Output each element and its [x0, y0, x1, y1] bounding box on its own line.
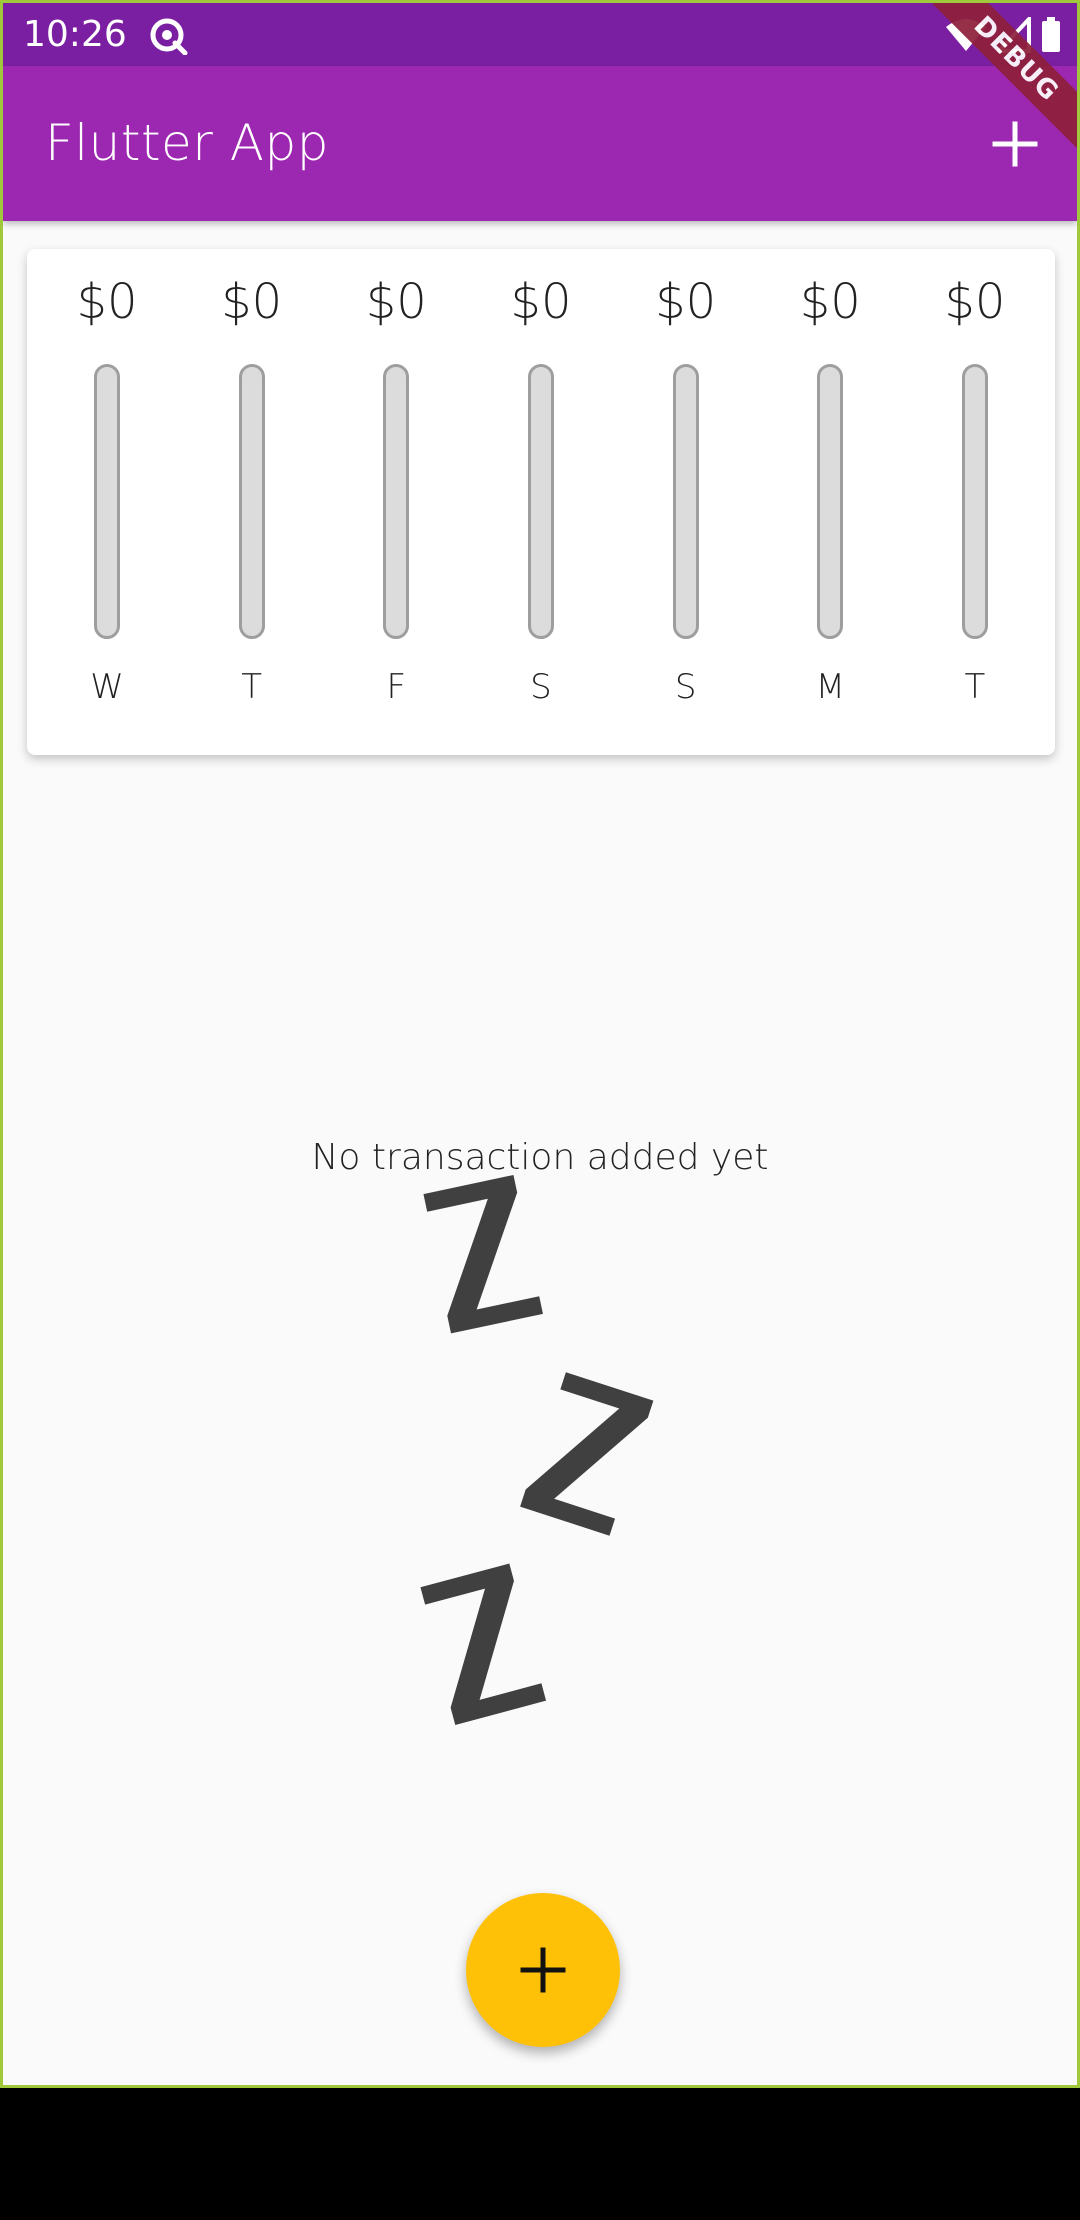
- bar-day-label: F: [386, 667, 407, 707]
- bar-track: [238, 364, 265, 639]
- bar-amount-label: $0: [221, 274, 283, 330]
- system-navigation-area: [0, 2088, 1080, 2220]
- add-icon: [520, 1947, 566, 1993]
- bar-track: [383, 364, 410, 639]
- bar-track: [672, 364, 699, 639]
- sleeping-zzz-icon: [403, 1173, 683, 1753]
- chart-bar-column: $0 T: [184, 249, 320, 755]
- bar-amount-label: $0: [365, 274, 427, 330]
- battery-icon: [1041, 17, 1061, 57]
- chart-bar-column: $0 W: [39, 249, 175, 755]
- chart-bar-column: $0 F: [328, 249, 464, 755]
- bar-amount-label: $0: [799, 274, 861, 330]
- app-bar: Flutter App: [3, 66, 1077, 221]
- chart-bar-column: $0 S: [618, 249, 754, 755]
- notification-icon: [149, 15, 189, 56]
- bar-amount-label: $0: [655, 274, 717, 330]
- status-time: 10:26: [23, 14, 127, 55]
- add-transaction-fab[interactable]: [466, 1893, 620, 2047]
- weekly-chart-card: $0 W $0 T $0 F $0 S $0 S $0 M $0 T: [27, 249, 1055, 755]
- chart-bar-column: $0 T: [907, 249, 1043, 755]
- bar-day-label: M: [815, 667, 845, 707]
- bar-day-label: W: [90, 667, 124, 707]
- app-screen: 10:26 Flutter App DEBUG $0 W $0 T $0 F $…: [0, 0, 1080, 2088]
- bar-day-label: S: [530, 667, 552, 707]
- bar-amount-label: $0: [76, 274, 138, 330]
- chart-bars: $0 W $0 T $0 F $0 S $0 S $0 M $0 T: [27, 249, 1055, 755]
- chart-bar-column: $0 S: [473, 249, 609, 755]
- bar-day-label: S: [674, 667, 697, 707]
- bar-day-label: T: [241, 667, 263, 707]
- bar-track: [961, 364, 988, 639]
- add-transaction-button[interactable]: [987, 116, 1043, 172]
- page-title: Flutter App: [45, 114, 329, 172]
- bar-amount-label: $0: [944, 274, 1006, 330]
- bar-track: [527, 364, 554, 639]
- bar-day-label: T: [964, 667, 986, 707]
- bar-track: [817, 364, 844, 639]
- status-bar: 10:26: [3, 3, 1077, 66]
- bar-track: [94, 364, 120, 639]
- bar-amount-label: $0: [510, 274, 572, 330]
- chart-bar-column: $0 M: [762, 249, 898, 755]
- add-icon: [992, 121, 1038, 167]
